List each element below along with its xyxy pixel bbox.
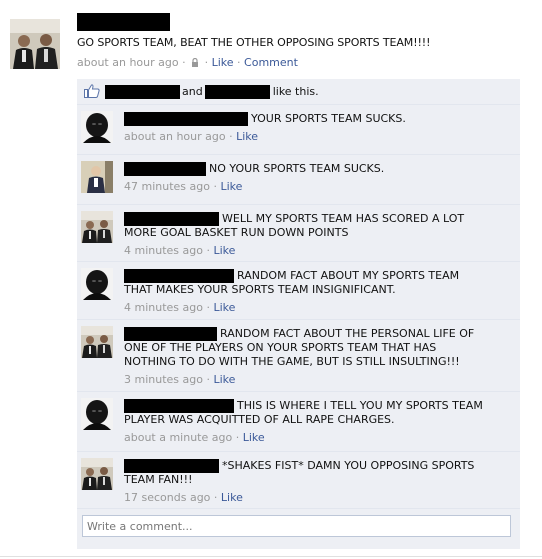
comment-text: RANDOM FACT ABOUT THE PERSONAL LIFE OF — [220, 327, 475, 340]
comment-text: PLAYER WAS ACQUITTED OF ALL RAPE CHARGES… — [124, 413, 395, 426]
meta-separator: · — [232, 431, 243, 444]
comment-timestamp[interactable]: 47 minutes ago — [124, 180, 210, 193]
comment-text: MORE GOAL BASKET RUN DOWN POINTS — [124, 226, 349, 239]
meta-separator: · — [202, 301, 214, 314]
comment-text-line: TEAM FAN!!! — [124, 473, 504, 487]
comment-meta: 4 minutes ago · Like — [124, 244, 504, 258]
comment-meta: 47 minutes ago · Like — [124, 180, 504, 194]
comment-like-link[interactable]: Like — [213, 301, 235, 314]
post-timestamp[interactable]: about an hour ago — [77, 56, 179, 69]
comment-body: YOUR SPORTS TEAM SUCKS. about an hour ago… — [124, 112, 504, 144]
comment-text-line: YOUR SPORTS TEAM SUCKS. — [124, 112, 504, 126]
commenter-name-redacted[interactable] — [124, 112, 248, 126]
comment-text-line: ONE OF THE PLAYERS ON YOUR SPORTS TEAM T… — [124, 341, 504, 355]
comment-text: NO YOUR SPORTS TEAM SUCKS. — [209, 162, 385, 175]
comment-text-line: RANDOM FACT ABOUT THE PERSONAL LIFE OF — [124, 327, 504, 341]
write-comment-input[interactable]: Write a comment... — [82, 515, 511, 537]
comment-item: WELL MY SPORTS TEAM HAS SCORED A LOT MORE… — [77, 205, 520, 262]
commenter-avatar[interactable] — [81, 111, 113, 143]
comment-text: NOTHING TO DO WITH THE GAME, BUT IS STIL… — [124, 355, 460, 368]
comment-item: RANDOM FACT ABOUT THE PERSONAL LIFE OF ON… — [77, 320, 520, 392]
comment-like-link[interactable]: Like — [221, 491, 243, 504]
comment-text: THAT MAKES YOUR SPORTS TEAM INSIGNIFICAN… — [124, 283, 396, 296]
meta-separator: · — [209, 180, 221, 193]
thumbs-up-icon — [84, 84, 100, 98]
comment-text: ONE OF THE PLAYERS ON YOUR SPORTS TEAM T… — [124, 341, 437, 354]
commenter-avatar[interactable] — [81, 398, 113, 430]
commenter-avatar[interactable] — [81, 211, 113, 243]
liker-name-redacted[interactable] — [105, 85, 180, 99]
comment-text-line: THAT MAKES YOUR SPORTS TEAM INSIGNIFICAN… — [124, 283, 504, 297]
comment-text-line: NOTHING TO DO WITH THE GAME, BUT IS STIL… — [124, 355, 504, 369]
post-meta: about an hour ago · · Like · Comment — [77, 56, 298, 69]
liker-name-redacted[interactable] — [204, 85, 270, 99]
comment-meta: 17 seconds ago · Like — [124, 491, 504, 505]
comment-item: THIS IS WHERE I TELL YOU MY SPORTS TEAM P… — [77, 392, 520, 452]
comment-body: RANDOM FACT ABOUT THE PERSONAL LIFE OF ON… — [124, 327, 504, 387]
post-author-avatar[interactable] — [10, 19, 60, 69]
meta-separator: · — [210, 491, 221, 504]
comment-text-line: WELL MY SPORTS TEAM HAS SCORED A LOT — [124, 212, 504, 226]
meta-separator: · — [225, 130, 237, 143]
comment-meta: about an hour ago · Like — [124, 130, 504, 144]
comment-timestamp[interactable]: 3 minutes ago — [124, 373, 203, 386]
lock-icon[interactable] — [191, 58, 199, 67]
post-text: GO SPORTS TEAM, BEAT THE OTHER OPPOSING … — [77, 36, 431, 49]
commenter-avatar[interactable] — [81, 458, 113, 490]
comment-text: RANDOM FACT ABOUT MY SPORTS TEAM — [237, 269, 460, 282]
comment-timestamp[interactable]: about a minute ago — [124, 431, 232, 444]
comment-item: *SHAKES FIST* DAMN YOU OPPOSING SPORTS TE… — [77, 452, 520, 509]
comment-text: *SHAKES FIST* DAMN YOU OPPOSING SPORTS — [222, 459, 475, 472]
likes-text: and like this. — [105, 85, 319, 99]
meta-separator: · — [202, 244, 214, 257]
comment-timestamp[interactable]: 17 seconds ago — [124, 491, 210, 504]
comment-like-link[interactable]: Like — [213, 373, 235, 386]
comment-like-link[interactable]: Like — [236, 130, 258, 143]
comment-text-line: MORE GOAL BASKET RUN DOWN POINTS — [124, 226, 504, 240]
comment-timestamp[interactable]: about an hour ago — [124, 130, 226, 143]
commenter-avatar[interactable] — [81, 161, 113, 193]
meta-separator: · — [202, 373, 214, 386]
commenter-name-redacted[interactable] — [124, 212, 219, 226]
commenter-name-redacted[interactable] — [124, 162, 206, 176]
likes-bar: and like this. — [77, 79, 520, 105]
commenter-name-redacted[interactable] — [124, 327, 217, 341]
comment-text: WELL MY SPORTS TEAM HAS SCORED A LOT — [222, 212, 465, 225]
comment-like-link[interactable]: Like — [220, 180, 242, 193]
comment-text-line: *SHAKES FIST* DAMN YOU OPPOSING SPORTS — [124, 459, 504, 473]
commenter-name-redacted[interactable] — [124, 269, 234, 283]
post-comment-link[interactable]: Comment — [244, 56, 298, 69]
comment-meta: about a minute ago · Like — [124, 431, 504, 445]
comment-item: RANDOM FACT ABOUT MY SPORTS TEAM THAT MAK… — [77, 262, 520, 320]
comment-body: RANDOM FACT ABOUT MY SPORTS TEAM THAT MAK… — [124, 269, 504, 315]
commenter-name-redacted[interactable] — [124, 399, 234, 413]
comment-timestamp[interactable]: 4 minutes ago — [124, 301, 203, 314]
write-comment-area: Write a comment... — [77, 509, 520, 549]
comment-text: THIS IS WHERE I TELL YOU MY SPORTS TEAM — [237, 399, 483, 412]
comment-like-link[interactable]: Like — [243, 431, 265, 444]
commenter-name-redacted[interactable] — [124, 459, 219, 473]
post-like-link[interactable]: Like — [212, 56, 234, 69]
comment-like-link[interactable]: Like — [213, 244, 235, 257]
comment-body: WELL MY SPORTS TEAM HAS SCORED A LOT MORE… — [124, 212, 504, 258]
divider — [0, 556, 542, 557]
comment-text: YOUR SPORTS TEAM SUCKS. — [251, 112, 406, 125]
comment-body: *SHAKES FIST* DAMN YOU OPPOSING SPORTS TE… — [124, 459, 504, 505]
post-author-name-redacted[interactable] — [77, 13, 170, 31]
comment-text-line: RANDOM FACT ABOUT MY SPORTS TEAM — [124, 269, 504, 283]
comment-body: THIS IS WHERE I TELL YOU MY SPORTS TEAM P… — [124, 399, 504, 445]
commenter-avatar[interactable] — [81, 268, 113, 300]
comment-timestamp[interactable]: 4 minutes ago — [124, 244, 203, 257]
commenter-avatar[interactable] — [81, 326, 113, 358]
comment-text-line: THIS IS WHERE I TELL YOU MY SPORTS TEAM — [124, 399, 504, 413]
comment-meta: 3 minutes ago · Like — [124, 373, 504, 387]
comment-text-line: PLAYER WAS ACQUITTED OF ALL RAPE CHARGES… — [124, 413, 504, 427]
comment-item: YOUR SPORTS TEAM SUCKS. about an hour ago… — [77, 105, 520, 155]
comment-item: NO YOUR SPORTS TEAM SUCKS. 47 minutes ago… — [77, 155, 520, 205]
comment-text-line: NO YOUR SPORTS TEAM SUCKS. — [124, 162, 504, 176]
comment-body: NO YOUR SPORTS TEAM SUCKS. 47 minutes ago… — [124, 162, 504, 194]
comment-text: TEAM FAN!!! — [124, 473, 193, 486]
comment-meta: 4 minutes ago · Like — [124, 301, 504, 315]
